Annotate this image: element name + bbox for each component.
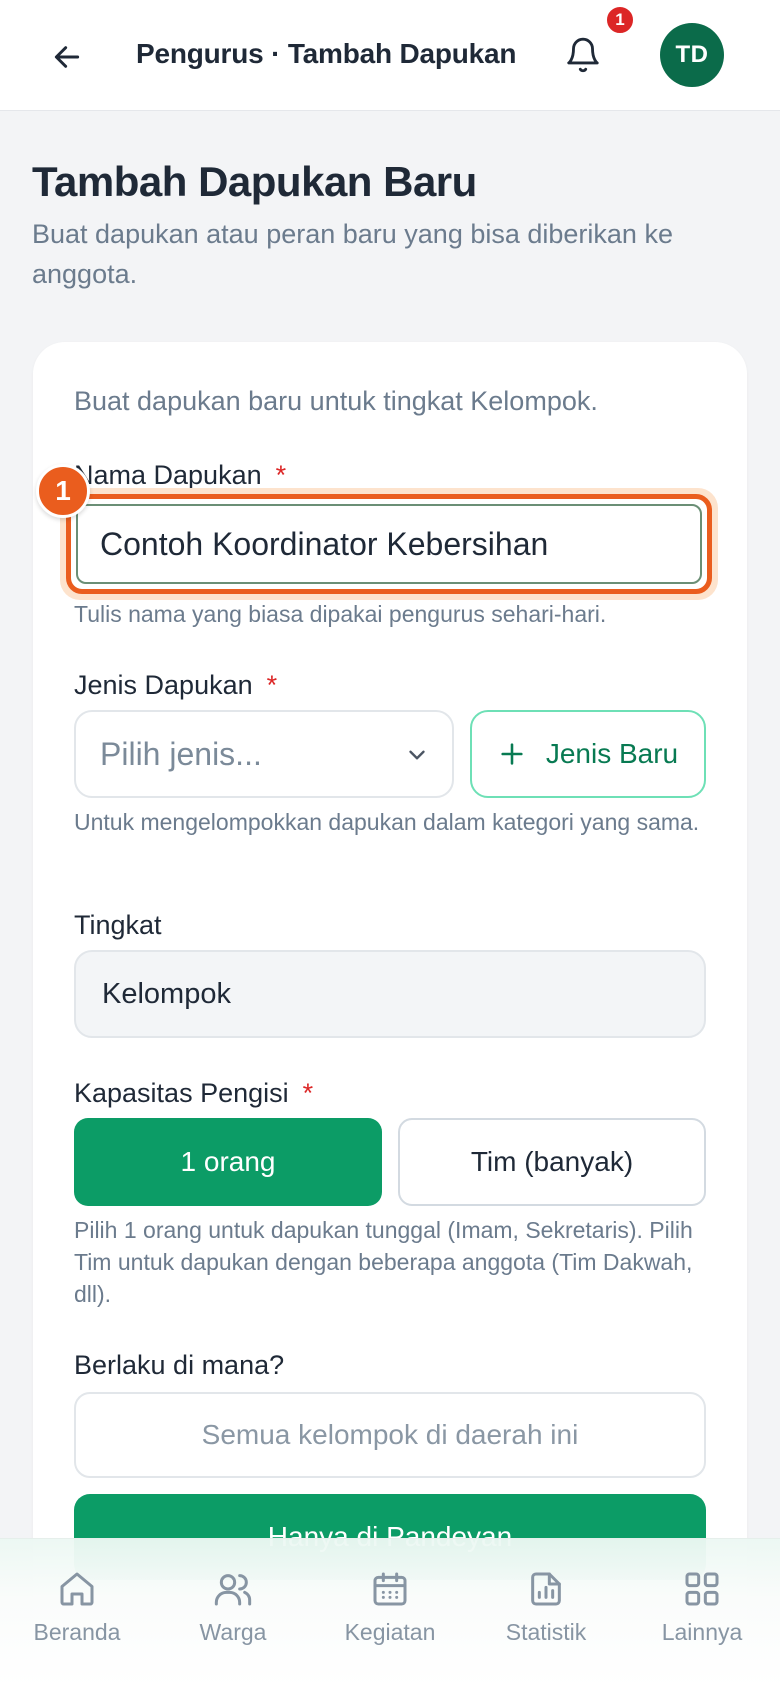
berlaku-option-all[interactable]: Semua kelompok di daerah ini — [74, 1392, 706, 1478]
arrow-left-icon — [54, 46, 80, 68]
app-root: Pengurus · Tambah Dapukan 1 TD Tambah Da… — [0, 0, 780, 1688]
nama-input[interactable]: Contoh Koordinator Kebersihan — [76, 504, 702, 584]
required-mark: * — [302, 1078, 314, 1108]
step-badge: 1 — [36, 464, 90, 518]
nav-label: Kegiatan — [344, 1619, 436, 1645]
nav-label: Warga — [199, 1619, 267, 1645]
nav-item-kegiatan[interactable]: Kegiatan — [325, 1569, 455, 1646]
berlaku-label: Berlaku di mana? — [74, 1350, 285, 1380]
users-icon — [214, 1574, 252, 1606]
chart-icon — [531, 1572, 561, 1606]
back-button[interactable] — [44, 34, 90, 80]
nama-label: Nama Dapukan * — [74, 460, 286, 491]
required-mark: * — [266, 670, 278, 700]
kapasitas-option-team[interactable]: Tim (banyak) — [398, 1118, 706, 1206]
kapasitas-option-single[interactable]: 1 orang — [74, 1118, 382, 1206]
nav-item-statistik[interactable]: Statistik — [481, 1569, 611, 1646]
notifications-button[interactable] — [558, 30, 608, 80]
plus-icon — [501, 743, 523, 765]
nav-item-warga[interactable]: Warga — [168, 1569, 298, 1646]
form-intro: Buat dapukan baru untuk tingkat Kelompok… — [74, 386, 598, 416]
header-title: Pengurus · Tambah Dapukan — [136, 38, 517, 69]
required-mark: * — [275, 460, 287, 490]
bottom-nav: Beranda Warga Kegiatan Statistik Lainnya — [0, 1538, 780, 1688]
jenis-hint: Untuk mengelompokkan dapukan dalam kateg… — [74, 809, 700, 835]
jenis-select-placeholder: Pilih jenis... — [100, 735, 262, 772]
kapasitas-label-text: Kapasitas Pengisi — [74, 1078, 289, 1108]
nama-input-frame: Contoh Koordinator Kebersihan — [66, 494, 712, 594]
calendar-icon — [373, 1572, 407, 1606]
nav-item-beranda[interactable]: Beranda — [12, 1569, 142, 1646]
nav-label: Beranda — [33, 1619, 121, 1645]
top-bar: Pengurus · Tambah Dapukan 1 TD — [0, 0, 780, 111]
page-title: Tambah Dapukan Baru — [32, 158, 477, 205]
new-jenis-label: Jenis Baru — [545, 738, 679, 769]
kapasitas-hint: Pilih 1 orang untuk dapukan tunggal (Ima… — [74, 1217, 693, 1307]
tingkat-field: Kelompok — [74, 950, 706, 1038]
nav-item-lainnya[interactable]: Lainnya — [637, 1569, 767, 1646]
new-jenis-button[interactable]: Jenis Baru — [470, 710, 706, 798]
chevron-down-icon — [409, 750, 425, 760]
avatar[interactable]: TD — [660, 23, 724, 87]
nav-label: Statistik — [505, 1619, 587, 1645]
grid-icon — [685, 1572, 719, 1606]
jenis-label-text: Jenis Dapukan — [74, 670, 253, 700]
nama-label-text: Nama Dapukan — [74, 460, 262, 490]
tingkat-label: Tingkat — [74, 910, 162, 940]
home-icon — [60, 1572, 94, 1606]
page-subtitle: Buat dapukan atau peran baru yang bisa d… — [32, 219, 673, 289]
notification-badge: 1 — [604, 4, 636, 36]
jenis-label: Jenis Dapukan * — [74, 670, 277, 701]
jenis-select[interactable]: Pilih jenis... — [74, 710, 454, 798]
kapasitas-label: Kapasitas Pengisi * — [74, 1078, 313, 1109]
bell-icon — [567, 37, 599, 73]
nama-hint: Tulis nama yang biasa dipakai pengurus s… — [74, 601, 607, 627]
nav-label: Lainnya — [661, 1619, 743, 1645]
